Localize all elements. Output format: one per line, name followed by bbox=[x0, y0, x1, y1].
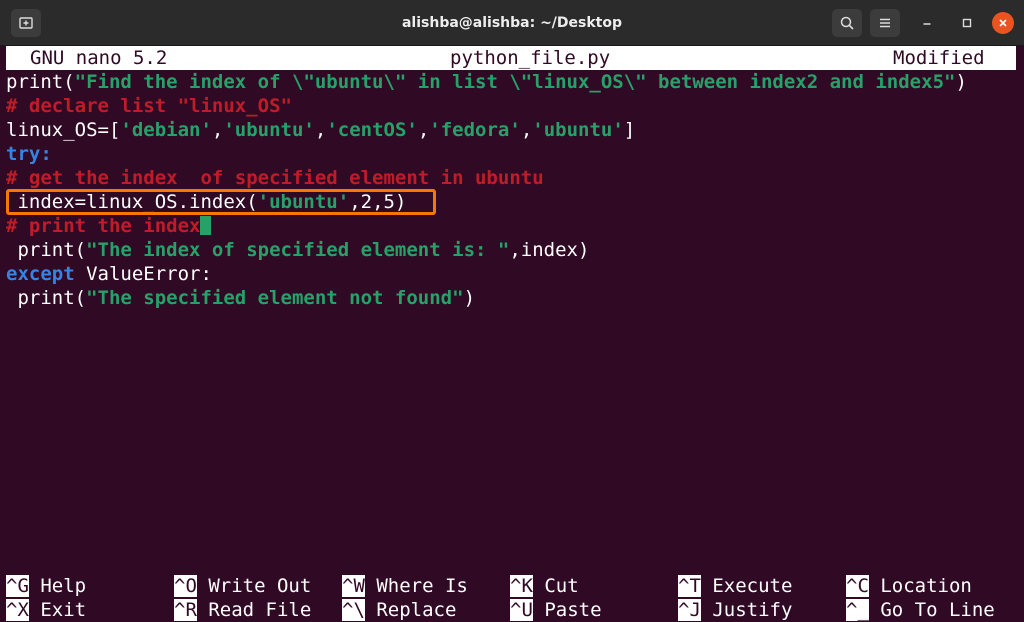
terminal-area[interactable]: GNU nano 5.2 python_file.py Modified pri… bbox=[0, 46, 1024, 622]
code-line-2[interactable]: # declare list "linux_OS" bbox=[6, 94, 292, 118]
text-cursor bbox=[200, 215, 212, 235]
nano-filename: python_file.py bbox=[450, 47, 611, 69]
code-line-10[interactable]: print("The specified element not found") bbox=[6, 286, 475, 310]
shortcut-go-to-line[interactable]: ^_ Go To Line bbox=[846, 598, 995, 622]
menu-button[interactable] bbox=[870, 9, 900, 37]
shortcut-help[interactable]: ^G Help bbox=[6, 574, 86, 598]
shortcut-replace[interactable]: ^\ Replace bbox=[342, 598, 456, 622]
highlight-box bbox=[6, 189, 436, 215]
shortcut-paste[interactable]: ^U Paste bbox=[510, 598, 602, 622]
maximize-icon bbox=[962, 18, 972, 28]
shortcut-write-out[interactable]: ^O Write Out bbox=[174, 574, 311, 598]
shortcut-location[interactable]: ^C Location bbox=[846, 574, 972, 598]
minimize-icon bbox=[923, 23, 931, 25]
close-icon bbox=[999, 19, 1007, 27]
search-icon bbox=[840, 16, 854, 30]
shortcut-where-is[interactable]: ^W Where Is bbox=[342, 574, 468, 598]
nano-version: GNU nano 5.2 bbox=[30, 47, 168, 69]
maximize-button[interactable] bbox=[956, 12, 978, 34]
code-line-7[interactable]: # print the index bbox=[6, 214, 212, 238]
shortcut-cut[interactable]: ^K Cut bbox=[510, 574, 579, 598]
code-line-5[interactable]: # get the index of specified element in … bbox=[6, 166, 544, 190]
code-line-4[interactable]: try: bbox=[6, 142, 52, 166]
shortcut-execute[interactable]: ^T Execute bbox=[678, 574, 792, 598]
shortcut-exit[interactable]: ^X Exit bbox=[6, 598, 86, 622]
code-line-9[interactable]: except ValueError: bbox=[6, 262, 212, 286]
close-button[interactable] bbox=[992, 12, 1014, 34]
code-line-3[interactable]: linux_OS=['debian','ubuntu','centOS','fe… bbox=[6, 118, 635, 142]
window-titlebar: alishba@alishba: ~/Desktop bbox=[0, 0, 1024, 46]
shortcut-justify[interactable]: ^J Justify bbox=[678, 598, 792, 622]
minimize-button[interactable] bbox=[916, 12, 938, 34]
hamburger-menu-icon bbox=[880, 18, 890, 28]
code-line-1[interactable]: print("Find the index of \"ubuntu\" in l… bbox=[6, 70, 967, 94]
nano-status: Modified bbox=[893, 47, 985, 69]
code-line-8[interactable]: print("The index of specified element is… bbox=[6, 238, 589, 262]
nano-header-bar: GNU nano 5.2 python_file.py Modified bbox=[6, 46, 1016, 70]
search-button[interactable] bbox=[832, 9, 862, 37]
shortcut-read-file[interactable]: ^R Read File bbox=[174, 598, 311, 622]
